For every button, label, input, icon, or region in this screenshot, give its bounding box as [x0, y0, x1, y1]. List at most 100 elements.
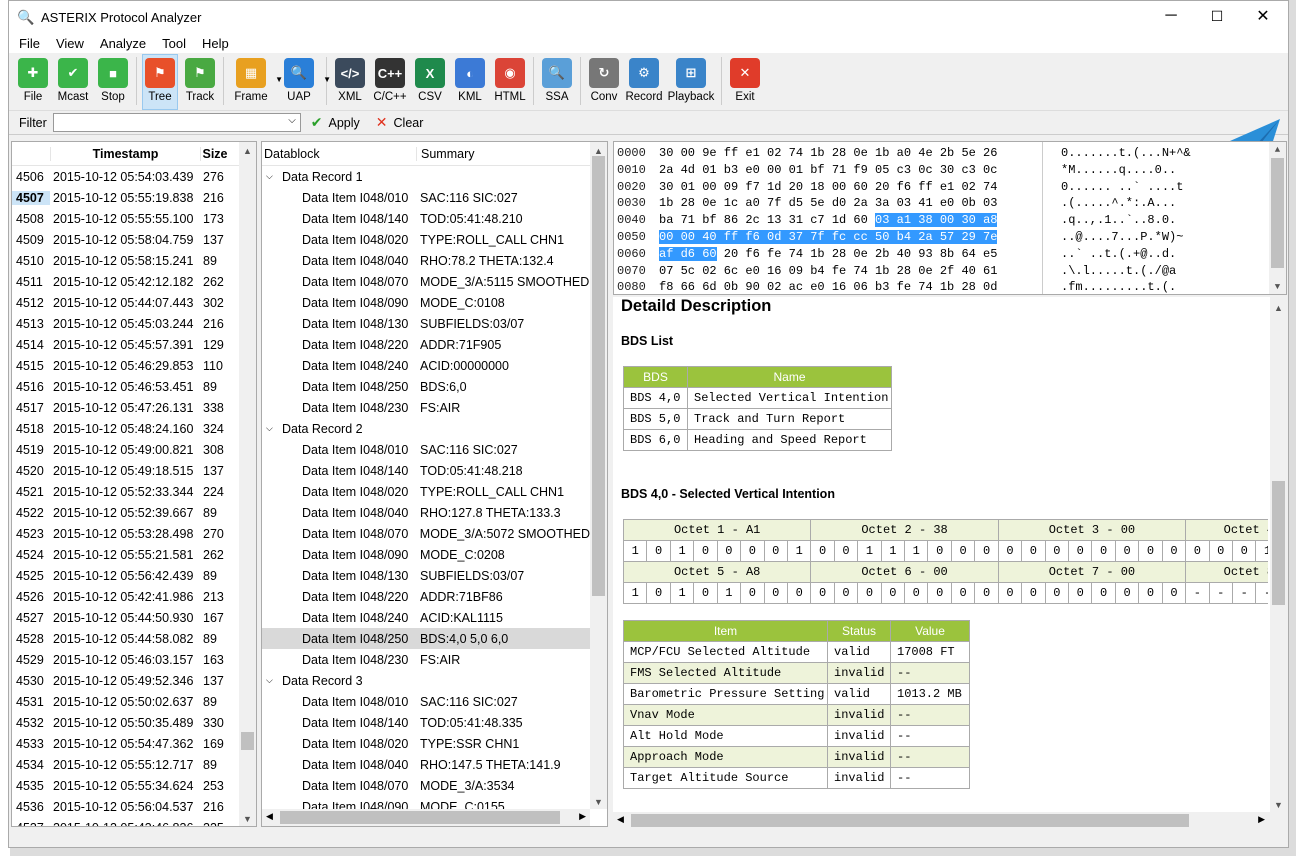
scroll-down-icon[interactable]: ▼ — [590, 797, 607, 807]
tree-item-node[interactable]: Data Item I048/240 ACID:KAL1115 — [262, 607, 590, 628]
packet-row[interactable]: 4513 2015-10-12 05:45:03.244 216 — [12, 313, 239, 334]
tree-item-node[interactable]: Data Item I048/240 ACID:00000000 — [262, 355, 590, 376]
toolbar-cpp-button[interactable]: C++ C/C++ — [372, 55, 408, 103]
packet-row[interactable]: 4529 2015-10-12 05:46:03.157 163 — [12, 649, 239, 670]
chevron-down-icon[interactable]: ⌵ — [288, 115, 296, 126]
tree-item-node[interactable]: Data Item I048/250 BDS:6,0 — [262, 376, 590, 397]
tree-h-scrollbar[interactable]: ◀ ▶ — [262, 809, 590, 826]
tree-record-node[interactable]: ⌵ Data Record 1 — [262, 166, 590, 187]
scroll-right-icon[interactable]: ▶ — [1258, 814, 1265, 825]
scroll-left-icon[interactable]: ◀ — [617, 814, 624, 825]
packet-row[interactable]: 4514 2015-10-12 05:45:57.391 129 — [12, 334, 239, 355]
packet-row[interactable]: 4528 2015-10-12 05:44:58.082 89 — [12, 628, 239, 649]
packet-row[interactable]: 4523 2015-10-12 05:53:28.498 270 — [12, 523, 239, 544]
hex-scrollbar[interactable]: ▲ ▼ — [1269, 142, 1286, 294]
tree-item-node[interactable]: Data Item I048/070 MODE_3/A:5115 SMOOTHED — [262, 271, 590, 292]
tree-item-node[interactable]: Data Item I048/140 TOD:05:41:48.218 — [262, 460, 590, 481]
packet-row[interactable]: 4522 2015-10-12 05:52:39.667 89 — [12, 502, 239, 523]
toolbar-track-button[interactable]: ⚑ Track — [182, 55, 218, 103]
scroll-up-icon[interactable]: ▲ — [1270, 303, 1287, 313]
scroll-down-icon[interactable]: ▼ — [1270, 800, 1287, 810]
packet-row[interactable]: 4517 2015-10-12 05:47:26.131 338 — [12, 397, 239, 418]
toolbar-tree-button[interactable]: ⚑ Tree — [142, 54, 178, 110]
packet-row[interactable]: 4508 2015-10-12 05:55:55.100 173 — [12, 208, 239, 229]
tree-item-node[interactable]: Data Item I048/020 TYPE:ROLL_CALL CHN1 — [262, 481, 590, 502]
packet-row[interactable]: 4521 2015-10-12 05:52:33.344 224 — [12, 481, 239, 502]
tree-item-node[interactable]: Data Item I048/070 MODE_3/A:5072 SMOOTHED — [262, 523, 590, 544]
col-timestamp-header[interactable]: Timestamp — [50, 146, 200, 161]
toolbar-ssa-button[interactable]: 🔍 SSA — [539, 55, 575, 103]
menu-file[interactable]: File — [11, 36, 48, 51]
toolbar-mcast-button[interactable]: ✔ Mcast — [55, 55, 91, 103]
packet-row[interactable]: 4531 2015-10-12 05:50:02.637 89 — [12, 691, 239, 712]
dropdown-arrow-icon[interactable]: ▼ — [323, 75, 331, 84]
scroll-thumb[interactable] — [280, 811, 560, 824]
packet-row[interactable]: 4535 2015-10-12 05:55:34.624 253 — [12, 775, 239, 796]
toolbar-csv-button[interactable]: X CSV — [412, 55, 448, 103]
packet-row[interactable]: 4515 2015-10-12 05:46:29.853 110 — [12, 355, 239, 376]
packet-row[interactable]: 4526 2015-10-12 05:42:41.986 213 — [12, 586, 239, 607]
packet-row[interactable]: 4534 2015-10-12 05:55:12.717 89 — [12, 754, 239, 775]
scroll-thumb[interactable] — [592, 156, 605, 596]
packet-row[interactable]: 4511 2015-10-12 05:42:12.182 262 — [12, 271, 239, 292]
tree-item-node[interactable]: Data Item I048/140 TOD:05:41:48.210 — [262, 208, 590, 229]
tree-record-node[interactable]: ⌵ Data Record 2 — [262, 418, 590, 439]
tree-item-node[interactable]: Data Item I048/010 SAC:116 SIC:027 — [262, 439, 590, 460]
toolbar-html-button[interactable]: ◉ HTML — [492, 55, 528, 103]
tree-item-node[interactable]: Data Item I048/130 SUBFIELDS:03/07 — [262, 565, 590, 586]
packet-row[interactable]: 4512 2015-10-12 05:44:07.443 302 — [12, 292, 239, 313]
packet-row[interactable]: 45372015-10-12 05:43:46.836225 — [12, 817, 239, 827]
packet-row[interactable]: 4518 2015-10-12 05:48:24.160 324 — [12, 418, 239, 439]
tree-item-node[interactable]: Data Item I048/040 RHO:147.5 THETA:141.9 — [262, 754, 590, 775]
tree-item-node[interactable]: Data Item I048/230 FS:AIR — [262, 397, 590, 418]
expand-chevron-icon[interactable]: ⌵ — [266, 423, 282, 434]
packet-row[interactable]: 4532 2015-10-12 05:50:35.489 330 — [12, 712, 239, 733]
packet-row[interactable]: 4507 2015-10-12 05:55:19.838 216 — [12, 187, 239, 208]
scroll-down-icon[interactable]: ▼ — [239, 814, 256, 824]
packet-row[interactable]: 4524 2015-10-12 05:55:21.581 262 — [12, 544, 239, 565]
detail-scrollbar[interactable]: ▲ ▼ — [1270, 297, 1287, 812]
tree-item-node[interactable]: Data Item I048/090 MODE_C:0108 — [262, 292, 590, 313]
toolbar-frame-button[interactable]: ▦ Frame ▼ — [229, 55, 283, 103]
tree-item-node[interactable]: Data Item I048/070 MODE_3/A:3534 — [262, 775, 590, 796]
toolbar-stop-button[interactable]: ■ Stop — [95, 55, 131, 103]
packet-row[interactable]: 4533 2015-10-12 05:54:47.362 169 — [12, 733, 239, 754]
menu-analyze[interactable]: Analyze — [92, 36, 154, 51]
maximize-button[interactable]: ☐ — [1194, 1, 1240, 31]
toolbar-uap-button[interactable]: 🔍 UAP ▼ — [277, 55, 331, 103]
toolbar-kml-button[interactable]: ◐ KML — [452, 55, 488, 103]
tree-item-node[interactable]: Data Item I048/140 TOD:05:41:48.335 — [262, 712, 590, 733]
scroll-thumb[interactable] — [1272, 481, 1285, 605]
tree-item-node[interactable]: Data Item I048/220 ADDR:71BF86 — [262, 586, 590, 607]
toolbar-record-button[interactable]: ⚙ Record — [625, 55, 663, 103]
detail-h-scrollbar[interactable]: ◀ ▶ — [613, 812, 1287, 829]
menu-view[interactable]: View — [48, 36, 92, 51]
tree-item-node[interactable]: Data Item I048/230 FS:AIR — [262, 649, 590, 670]
packet-row[interactable]: 4510 2015-10-12 05:58:15.241 89 — [12, 250, 239, 271]
tree-item-node[interactable]: Data Item I048/040 RHO:127.8 THETA:133.3 — [262, 502, 590, 523]
tree-item-node[interactable]: Data Item I048/020 TYPE:SSR CHN1 — [262, 733, 590, 754]
toolbar-exit-button[interactable]: ✕ Exit — [727, 55, 763, 103]
tree-item-node[interactable]: Data Item I048/250 BDS:4,0 5,0 6,0 — [262, 628, 590, 649]
tree-item-node[interactable]: Data Item I048/090 MODE_C:0208 — [262, 544, 590, 565]
packet-list-scrollbar[interactable]: ▲ ▼ — [239, 142, 256, 826]
menu-tool[interactable]: Tool — [154, 36, 194, 51]
col-datablock-header[interactable]: Datablock — [262, 146, 417, 161]
packet-row[interactable]: 4520 2015-10-12 05:49:18.515 137 — [12, 460, 239, 481]
col-summary-header[interactable]: Summary — [417, 147, 474, 161]
scroll-thumb[interactable] — [1271, 158, 1284, 268]
scroll-thumb[interactable] — [631, 814, 1189, 827]
tree-item-node[interactable]: Data Item I048/020 TYPE:ROLL_CALL CHN1 — [262, 229, 590, 250]
packet-row[interactable]: 4506 2015-10-12 05:54:03.439 276 — [12, 166, 239, 187]
packet-row[interactable]: 4527 2015-10-12 05:44:50.930 167 — [12, 607, 239, 628]
scroll-up-icon[interactable]: ▲ — [239, 146, 256, 156]
tree-item-node[interactable]: Data Item I048/010 SAC:116 SIC:027 — [262, 187, 590, 208]
tree-item-node[interactable]: Data Item I048/010 SAC:116 SIC:027 — [262, 691, 590, 712]
col-size-header[interactable]: Size — [200, 146, 229, 161]
scroll-left-icon[interactable]: ◀ — [266, 811, 273, 822]
toolbar-xml-button[interactable]: </> XML — [332, 55, 368, 103]
expand-chevron-icon[interactable]: ⌵ — [266, 171, 282, 182]
packet-row[interactable]: 4536 2015-10-12 05:56:04.537 216 — [12, 796, 239, 817]
toolbar-file-button[interactable]: ✚ File — [15, 55, 51, 103]
scroll-right-icon[interactable]: ▶ — [579, 811, 586, 822]
